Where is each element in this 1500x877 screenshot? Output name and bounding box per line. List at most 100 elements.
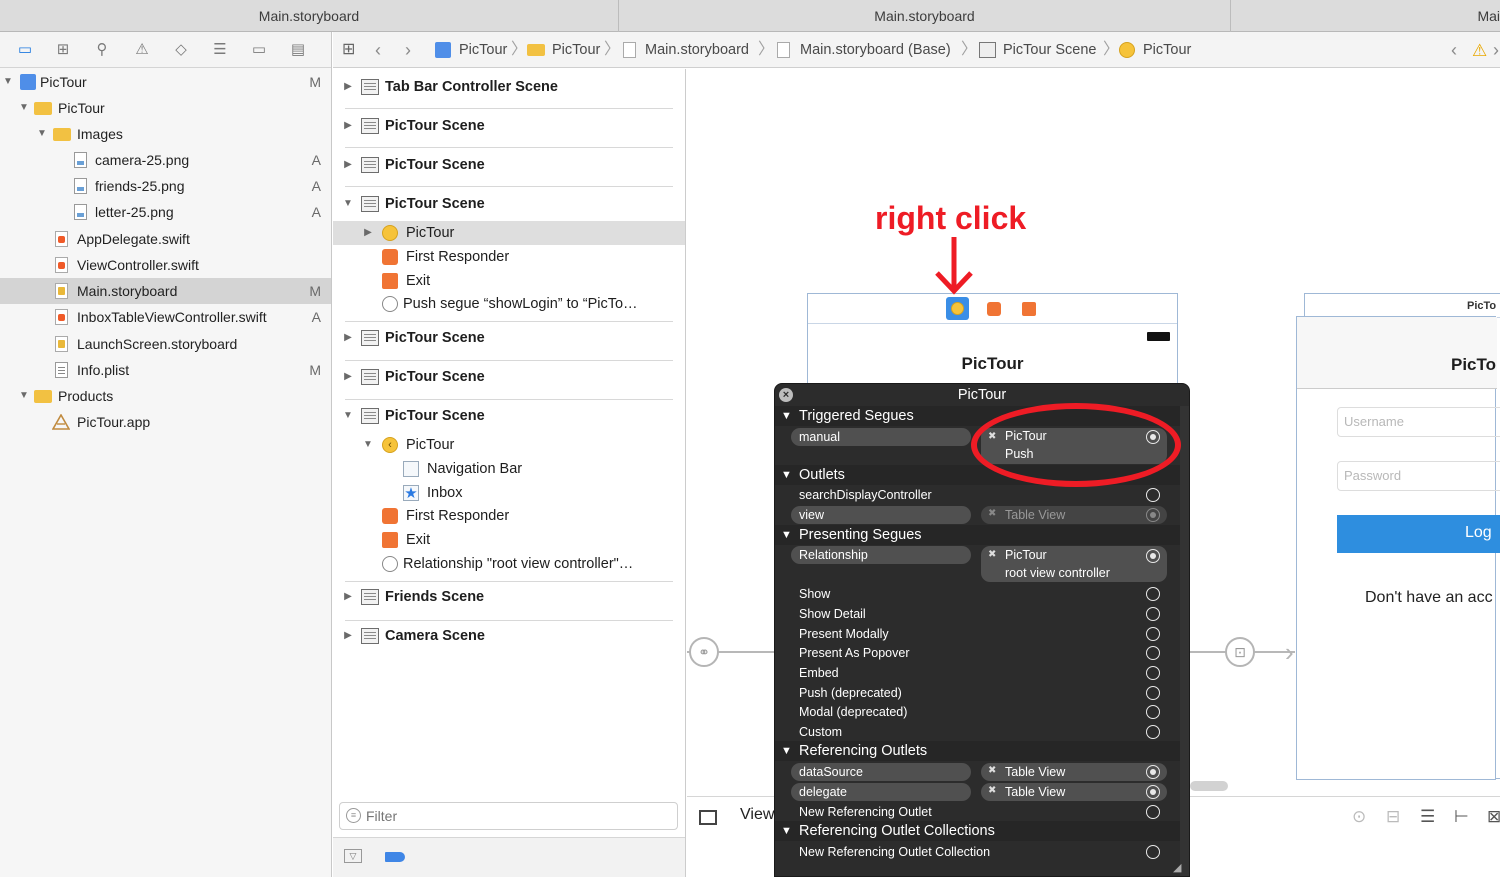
connection-row-show-detail[interactable]: Show Detail xyxy=(775,604,1180,624)
back-chevron-icon[interactable]: ‹ xyxy=(375,32,381,68)
tab-main-storyboard-1[interactable]: Main.storyboard xyxy=(0,0,619,32)
disclosure-triangle-icon[interactable]: ▼ xyxy=(781,741,792,761)
disclosure-triangle-icon[interactable]: ▶ xyxy=(342,147,354,183)
connection-row-show[interactable]: Show xyxy=(775,584,1180,604)
outline-item-relationship[interactable]: Relationship "root view controller"… xyxy=(333,552,685,576)
connection-circle-icon[interactable] xyxy=(1146,765,1160,779)
tree-item-project[interactable]: ▼ PicTour M xyxy=(0,69,331,95)
connection-row-search-display[interactable]: searchDisplayController xyxy=(775,485,1180,505)
tree-item-main-storyboard[interactable]: Main.storyboard M xyxy=(0,278,331,304)
connection-row-custom[interactable]: Custom xyxy=(775,722,1180,742)
filter-input[interactable] xyxy=(366,807,666,825)
resolve-icon[interactable]: ⊠ xyxy=(1487,807,1500,827)
connection-row-new-referencing-outlet[interactable]: New Referencing Outlet xyxy=(775,802,1180,822)
connection-circle-icon[interactable] xyxy=(1146,705,1160,719)
disclosure-triangle-icon[interactable]: ▶ xyxy=(342,69,354,105)
stack-icon[interactable]: ⊟ xyxy=(1386,807,1400,827)
connection-circle-icon[interactable] xyxy=(1146,805,1160,819)
disclosure-triangle-icon[interactable]: ▼ xyxy=(18,383,30,409)
section-presenting-segues[interactable]: ▼ Presenting Segues xyxy=(775,525,1180,545)
warning-icon[interactable]: ⚠ xyxy=(131,40,153,60)
outline-item-push-segue[interactable]: Push segue “showLogin” to “PicTo… xyxy=(333,292,685,316)
connection-circle-icon[interactable] xyxy=(1146,549,1160,563)
update-frames-icon[interactable]: ⊙ xyxy=(1352,807,1366,827)
outline-item-nav-controller[interactable]: ▼ ‹ PicTour xyxy=(333,433,685,457)
popup-scrollbar[interactable] xyxy=(1180,406,1189,876)
disclosure-triangle-icon[interactable]: ▼ xyxy=(781,465,792,485)
crumb-view-controller[interactable]: PicTour xyxy=(1143,32,1191,68)
connection-row-embed[interactable]: Embed xyxy=(775,663,1180,683)
disclosure-triangle-icon[interactable]: ▼ xyxy=(781,525,792,545)
connection-circle-icon[interactable] xyxy=(1146,845,1160,859)
tag-filter-icon[interactable] xyxy=(385,852,405,862)
disclosure-triangle-icon[interactable]: ▼ xyxy=(342,398,354,434)
outline-item-first-responder[interactable]: First Responder xyxy=(333,245,685,269)
connection-circle-icon[interactable] xyxy=(1146,488,1160,502)
disclosure-triangle-icon[interactable]: ▼ xyxy=(362,433,374,457)
disclosure-triangle-icon[interactable]: ▶ xyxy=(342,359,354,395)
username-field[interactable]: Username xyxy=(1337,407,1500,437)
breakpoint-icon[interactable]: ▭ xyxy=(248,40,270,60)
connection-row-relationship[interactable]: Relationship ✖ PicTour root view control… xyxy=(775,545,1180,585)
debug-list-icon[interactable]: ☰ xyxy=(209,40,231,60)
collapse-outline-icon[interactable]: ▽ xyxy=(344,849,362,863)
disconnect-x-icon[interactable]: ✖ xyxy=(988,785,996,796)
connection-circle-icon[interactable] xyxy=(1146,607,1160,621)
disclosure-triangle-icon[interactable]: ▼ xyxy=(781,406,792,426)
disconnect-x-icon[interactable]: ✖ xyxy=(988,549,996,560)
disclosure-triangle-icon[interactable]: ▼ xyxy=(342,186,354,222)
connection-row-view[interactable]: view ✖ Table View xyxy=(775,505,1180,525)
report-bubble-icon[interactable]: ▤ xyxy=(287,40,309,60)
connection-row-datasource[interactable]: dataSource ✖ Table View xyxy=(775,762,1180,782)
first-responder-cube-icon[interactable] xyxy=(987,302,1001,316)
tab-main-storyboard-3[interactable]: Mai xyxy=(1231,0,1500,32)
outline-scene[interactable]: ▶ PicTour Scene xyxy=(333,147,685,185)
disconnect-x-icon[interactable]: ✖ xyxy=(988,508,996,519)
view-as-label[interactable]: View xyxy=(740,806,774,824)
connection-circle-icon[interactable] xyxy=(1146,686,1160,700)
connection-row-present-modally[interactable]: Present Modally xyxy=(775,624,1180,644)
resize-grip-icon[interactable]: ◢ xyxy=(1173,862,1185,874)
tree-item-appdelegate[interactable]: AppDelegate.swift xyxy=(0,226,331,252)
test-diamond-icon[interactable]: ◇ xyxy=(170,40,192,60)
crumb-storyboard[interactable]: Main.storyboard xyxy=(645,32,749,68)
connection-circle-icon[interactable] xyxy=(1146,508,1160,522)
disclosure-triangle-icon[interactable]: ▼ xyxy=(2,69,14,95)
tree-item-group-pictour[interactable]: ▼ PicTour xyxy=(0,95,331,121)
outline-item-exit[interactable]: Exit xyxy=(333,528,685,552)
disclosure-triangle-icon[interactable]: ▼ xyxy=(18,95,30,121)
show-outline-toggle-icon[interactable] xyxy=(699,810,717,825)
outline-scene-camera[interactable]: ▶ Camera Scene xyxy=(333,618,685,656)
connection-circle-icon[interactable] xyxy=(1146,587,1160,601)
hierarchy-icon[interactable]: ⊞ xyxy=(52,40,74,60)
disclosure-triangle-icon[interactable]: ▶ xyxy=(342,108,354,144)
connection-row-delegate[interactable]: delegate ✖ Table View xyxy=(775,782,1180,802)
exit-icon[interactable] xyxy=(1022,302,1036,316)
outline-scene-expanded[interactable]: ▼ PicTour Scene xyxy=(333,398,685,436)
tree-item-group-images[interactable]: ▼ Images xyxy=(0,121,331,147)
disclosure-triangle-icon[interactable]: ▼ xyxy=(36,121,48,147)
connection-circle-icon[interactable] xyxy=(1146,646,1160,660)
connection-circle-icon[interactable] xyxy=(1146,666,1160,680)
pin-icon[interactable]: ⊢ xyxy=(1454,807,1469,827)
disclosure-triangle-icon[interactable]: ▼ xyxy=(781,821,792,841)
crumb-scene[interactable]: PicTour Scene xyxy=(1003,32,1097,68)
search-icon[interactable]: ⚲ xyxy=(91,40,113,60)
connection-circle-icon[interactable] xyxy=(1146,627,1160,641)
tree-item-inbox-controller[interactable]: InboxTableViewController.swift A xyxy=(0,304,331,330)
tree-item-app[interactable]: PicTour.app xyxy=(0,409,331,435)
segue-push-icon[interactable]: ⊡ xyxy=(1225,637,1255,667)
outline-scene[interactable]: ▶ PicTour Scene xyxy=(333,359,685,397)
crumb-project[interactable]: PicTour xyxy=(459,32,507,68)
outline-scene-friends[interactable]: ▶ Friends Scene xyxy=(333,579,685,617)
outline-scene-expanded[interactable]: ▼ PicTour Scene xyxy=(333,186,685,224)
login-button[interactable]: Log xyxy=(1337,515,1500,553)
connection-circle-icon[interactable] xyxy=(1146,725,1160,739)
tree-item-viewcontroller[interactable]: ViewController.swift xyxy=(0,252,331,278)
tree-item-launchscreen[interactable]: LaunchScreen.storyboard xyxy=(0,331,331,357)
canvas-horizontal-scrollbar[interactable] xyxy=(1190,781,1228,791)
disclosure-triangle-icon[interactable]: ▶ xyxy=(342,618,354,654)
warning-icon[interactable]: ⚠ xyxy=(1472,41,1487,61)
view-controller-dock-button[interactable] xyxy=(946,297,969,320)
tree-item-friends-png[interactable]: friends-25.png A xyxy=(0,173,331,199)
